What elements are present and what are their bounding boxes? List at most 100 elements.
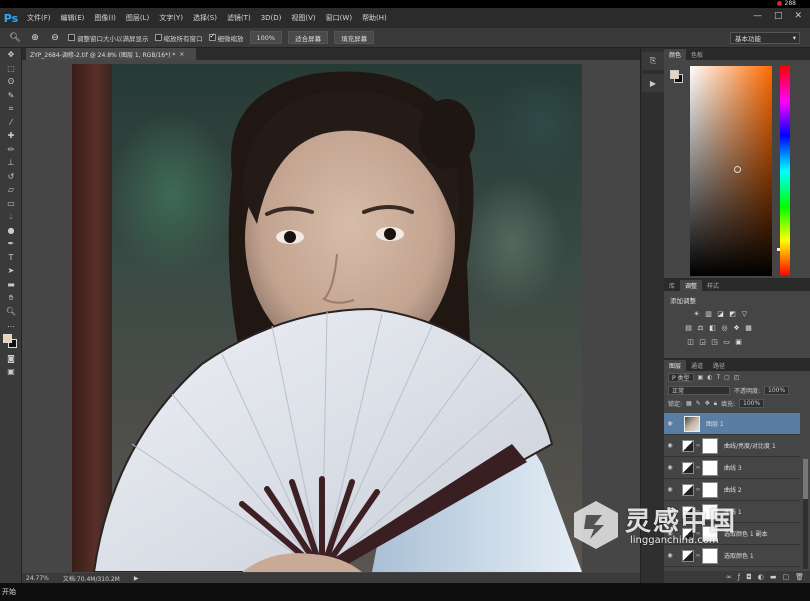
menu-filter[interactable]: 滤镜(T) <box>222 13 256 23</box>
eye-icon[interactable]: ◉ <box>664 464 676 471</box>
scrubby-zoom-checkbox[interactable]: 细微缩放 <box>208 32 244 43</box>
filter-shape-icon[interactable]: ▢ <box>724 374 730 381</box>
layer-row[interactable]: ◉ ∞ 曲线 3 <box>664 457 800 479</box>
screen-mode-icon[interactable]: ▣ <box>0 365 22 379</box>
shape-tool-icon[interactable]: ▬ <box>0 278 22 292</box>
zoom-100-button[interactable]: 100% <box>249 31 283 44</box>
marquee-tool-icon[interactable]: ⬚ <box>0 62 22 76</box>
hue-saturation-icon[interactable]: ▤ <box>684 323 693 332</box>
tab-paths[interactable]: 路径 <box>708 360 730 371</box>
filter-smart-icon[interactable]: ◰ <box>734 374 740 381</box>
tab-layers[interactable]: 图层 <box>664 360 687 371</box>
fit-screen-button[interactable]: 适合屏幕 <box>288 31 329 44</box>
selective-color-icon[interactable]: ▣ <box>734 337 743 346</box>
zoom-in-icon[interactable]: ⊕ <box>28 31 42 45</box>
workspace-select[interactable]: 基本功能 ▾ <box>730 32 800 44</box>
opacity-input[interactable]: 100% <box>764 386 790 395</box>
history-brush-tool-icon[interactable]: ↺ <box>0 170 22 184</box>
gradient-map-icon[interactable]: ▭ <box>722 337 731 346</box>
dodge-tool-icon[interactable]: ● <box>0 224 22 238</box>
add-mask-icon[interactable]: ◘ <box>746 573 752 581</box>
actions-panel-icon[interactable]: ▶ <box>642 74 664 92</box>
close-window-button[interactable]: ✕ <box>794 11 802 21</box>
color-lookup-icon[interactable]: ▦ <box>744 323 753 332</box>
path-select-tool-icon[interactable]: ➤ <box>0 264 22 278</box>
curves-icon[interactable]: ◪ <box>716 309 725 318</box>
zoom-tool-icon[interactable]: 🔍︎ <box>0 305 22 319</box>
hue-slider-handle[interactable] <box>777 248 793 251</box>
quick-mask-icon[interactable]: ◙ <box>0 352 22 366</box>
tab-channels[interactable]: 通道 <box>686 360 708 371</box>
vibrance-icon[interactable]: ▽ <box>740 309 749 318</box>
clone-stamp-tool-icon[interactable]: ⊥ <box>0 156 22 170</box>
maximize-button[interactable]: □ <box>774 11 783 21</box>
threshold-icon[interactable]: ◳ <box>710 337 719 346</box>
eye-icon[interactable]: ◉ <box>664 420 676 427</box>
tab-adjustments[interactable]: 调整 <box>680 280 703 291</box>
color-balance-icon[interactable]: ⚖ <box>696 323 705 332</box>
trash-icon[interactable]: 🗑︎ <box>795 573 804 581</box>
resize-windows-checkbox[interactable]: 调整窗口大小以满屏显示 <box>68 33 149 43</box>
layers-scrollbar[interactable] <box>803 459 808 569</box>
menu-window[interactable]: 窗口(W) <box>321 13 357 23</box>
eyedropper-tool-icon[interactable]: ⁄ <box>0 116 22 130</box>
tab-styles[interactable]: 样式 <box>702 280 724 291</box>
menu-view[interactable]: 视图(V) <box>286 13 320 23</box>
tab-color[interactable]: 颜色 <box>664 49 687 60</box>
eraser-tool-icon[interactable]: ▱ <box>0 183 22 197</box>
tab-swatches[interactable]: 色板 <box>686 49 708 60</box>
start-button[interactable]: 开始 <box>2 587 16 597</box>
history-panel-icon[interactable]: ⎘ <box>642 52 664 70</box>
lock-pixels-icon[interactable]: ▦ <box>686 400 692 407</box>
layers-scrollbar-thumb[interactable] <box>803 459 808 499</box>
lock-move-icon[interactable]: ✥ <box>705 400 710 407</box>
new-adjustment-icon[interactable]: ◐ <box>758 573 764 581</box>
exposure-icon[interactable]: ◩ <box>728 309 737 318</box>
fx-icon[interactable]: ƒ <box>738 573 740 581</box>
pen-tool-icon[interactable]: ✒ <box>0 237 22 251</box>
quick-select-tool-icon[interactable]: ✎ <box>0 89 22 103</box>
type-tool-icon[interactable]: T <box>0 251 22 265</box>
color-picker-ring[interactable] <box>734 166 741 173</box>
panel-foreground-swatch[interactable] <box>670 70 679 79</box>
menu-3d[interactable]: 3D(D) <box>256 14 287 22</box>
new-group-icon[interactable]: ▬ <box>770 573 777 581</box>
link-layers-icon[interactable]: ∞ <box>726 573 732 581</box>
layer-filter-select[interactable]: P 类型 <box>668 373 694 382</box>
document-tab[interactable]: ZYP_2684-调修-2.tif @ 24.8% (图层 1, RGB/16*… <box>26 48 196 60</box>
zoom-level[interactable]: 24.77% <box>26 575 49 582</box>
channel-mixer-icon[interactable]: ❖ <box>732 323 741 332</box>
minimize-button[interactable]: — <box>753 11 762 21</box>
zoom-tool-icon[interactable]: 🔍︎ <box>8 31 22 45</box>
eye-icon[interactable]: ◉ <box>664 442 676 449</box>
zoom-out-icon[interactable]: ⊖ <box>48 31 62 45</box>
black-white-icon[interactable]: ◧ <box>708 323 717 332</box>
menu-file[interactable]: 文件(F) <box>22 13 56 23</box>
invert-icon[interactable]: ◫ <box>686 337 695 346</box>
blur-tool-icon[interactable]: 💧︎ <box>0 210 22 224</box>
new-layer-icon[interactable]: ▢ <box>782 573 789 581</box>
color-field[interactable] <box>690 66 772 276</box>
menu-select[interactable]: 选择(S) <box>188 13 222 23</box>
healing-brush-tool-icon[interactable]: ✚ <box>0 129 22 143</box>
levels-icon[interactable]: ▥ <box>704 309 713 318</box>
menu-layer[interactable]: 图层(L) <box>121 13 154 23</box>
menu-image[interactable]: 图像(I) <box>89 13 121 23</box>
layer-row[interactable]: ◉ ∞ 曲线/亮度/对比度 1 <box>664 435 800 457</box>
menu-help[interactable]: 帮助(H) <box>357 13 392 23</box>
menu-edit[interactable]: 编辑(E) <box>56 13 90 23</box>
document-image[interactable] <box>72 64 582 572</box>
hand-tool-icon[interactable]: ✋︎ <box>0 291 22 305</box>
gradient-tool-icon[interactable]: ▭ <box>0 197 22 211</box>
lock-all-icon[interactable]: 🔒︎ <box>714 400 717 408</box>
filter-adjust-icon[interactable]: ◐ <box>707 374 712 381</box>
blend-mode-select[interactable]: 正常 <box>668 386 730 395</box>
fill-screen-button[interactable]: 填充屏幕 <box>334 31 375 44</box>
hue-slider-bar[interactable] <box>780 66 790 276</box>
move-tool-icon[interactable]: ✥ <box>0 48 22 62</box>
lasso-tool-icon[interactable]: ʘ <box>0 75 22 89</box>
eye-icon[interactable]: ◉ <box>664 486 676 493</box>
menu-type[interactable]: 文字(Y) <box>154 13 188 23</box>
filter-pixel-icon[interactable]: ▣ <box>698 374 704 381</box>
posterize-icon[interactable]: ◲ <box>698 337 707 346</box>
